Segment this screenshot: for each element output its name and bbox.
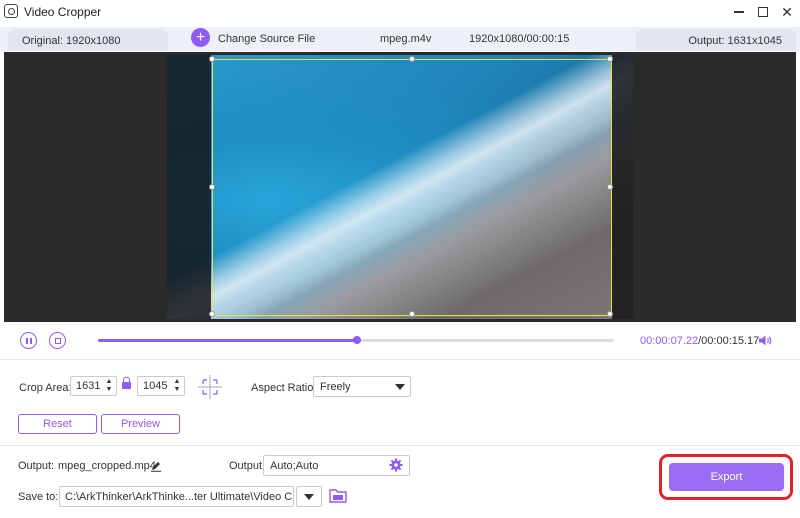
crop-width-value: 1631 [76,380,101,392]
close-icon: ✕ [781,3,793,20]
crop-handle-bottom-left[interactable] [209,311,215,317]
volume-icon[interactable] [758,334,772,347]
stop-button[interactable] [49,332,66,349]
lock-icon[interactable] [122,377,131,389]
crop-handle-right[interactable] [607,184,613,190]
reset-button[interactable]: Reset [18,414,97,434]
folder-icon[interactable] [329,488,347,503]
time-display: 00:00:07.22/00:00:15.17 [640,335,759,347]
crop-handle-bottom[interactable] [409,311,415,317]
minimize-button[interactable] [728,2,750,22]
timeline-progress [98,339,358,342]
app-icon [4,4,18,18]
timeline-thumb[interactable] [353,336,362,344]
arrow-down-icon[interactable]: ▼ [172,386,182,394]
arrow-down-icon[interactable]: ▼ [104,386,114,394]
source-file-info: 1920x1080/00:00:15 [469,33,570,45]
save-path-value: C:\ArkThinker\ArkThinke...ter Ultimate\V… [65,491,294,503]
crop-handle-left[interactable] [209,184,215,190]
crop-width-arrows[interactable]: ▲ ▼ [104,378,114,394]
add-source-button[interactable]: + [191,28,210,47]
playback-bar: 00:00:07.22/00:00:15.17 [0,322,800,360]
outside-crop-shade-left [167,55,211,319]
crop-height-arrows[interactable]: ▲ ▼ [172,378,182,394]
chevron-down-icon [395,384,405,390]
center-crop-icon[interactable] [197,374,223,400]
crop-handle-top-left[interactable] [209,56,215,62]
minimize-icon [734,11,744,13]
outside-crop-shade-right [612,55,633,319]
change-source-file-link[interactable]: Change Source File [218,33,315,45]
crop-height-value: 1045 [143,380,168,392]
original-resolution: Original: 1920x1080 [8,29,168,51]
title-bar: Video Cropper ✕ [0,0,800,24]
arrow-up-icon[interactable]: ▲ [172,378,182,386]
current-time: 00:00:07.22 [640,335,699,347]
output-settings-label: Output: [229,460,266,472]
close-button[interactable]: ✕ [776,2,798,22]
arrow-up-icon[interactable]: ▲ [104,378,114,386]
edit-pencil-icon[interactable] [150,460,162,472]
chevron-down-icon [304,494,314,500]
save-path-dropdown[interactable] [296,486,322,507]
total-time: /00:00:15.17 [698,335,760,347]
pause-icon [25,337,32,344]
export-button[interactable]: Export [669,463,784,491]
crop-handle-bottom-right[interactable] [607,311,613,317]
output-settings-panel: Output: mpeg_cropped.mp4 Output: Auto;Au… [0,446,800,518]
output-resolution: Output: 1631x1045 [636,29,796,51]
crop-rectangle[interactable] [209,56,613,317]
maximize-icon [758,7,768,17]
stop-icon [54,337,61,344]
preview-button[interactable]: Preview [101,414,180,434]
gear-icon[interactable] [389,458,403,472]
source-filename: mpeg.m4v [380,33,432,45]
output-settings-value: Auto;Auto [270,460,319,472]
save-to-label: Save to: [18,491,59,503]
output-settings-field[interactable]: Auto;Auto [263,455,410,476]
aspect-ratio-value: Freely [320,381,351,393]
video-preview-area [4,52,796,322]
crop-width-stepper[interactable]: 1631 ▲ ▼ [70,376,117,396]
save-path-field[interactable]: C:\ArkThinker\ArkThinke...ter Ultimate\V… [59,486,294,507]
timeline-slider[interactable] [98,336,614,344]
output-filename: mpeg_cropped.mp4 [58,460,156,472]
pause-button[interactable] [20,332,37,349]
crop-height-stepper[interactable]: 1045 ▲ ▼ [137,376,185,396]
crop-area-label: Crop Area: [19,382,72,394]
crop-handle-top-right[interactable] [607,56,613,62]
plus-icon: + [195,28,206,46]
crop-controls-panel: Crop Area: 1631 ▲ ▼ 1045 ▲ ▼ Aspect Ratio:… [0,360,800,446]
window-title: Video Cropper [24,5,102,19]
aspect-ratio-label: Aspect Ratio: [251,382,317,394]
aspect-ratio-select[interactable]: Freely [313,376,411,397]
output-name-label: Output: [18,460,55,472]
maximize-button[interactable] [752,2,774,22]
crop-handle-top[interactable] [409,56,415,62]
info-bar: Original: 1920x1080 + Change Source File… [0,27,800,51]
